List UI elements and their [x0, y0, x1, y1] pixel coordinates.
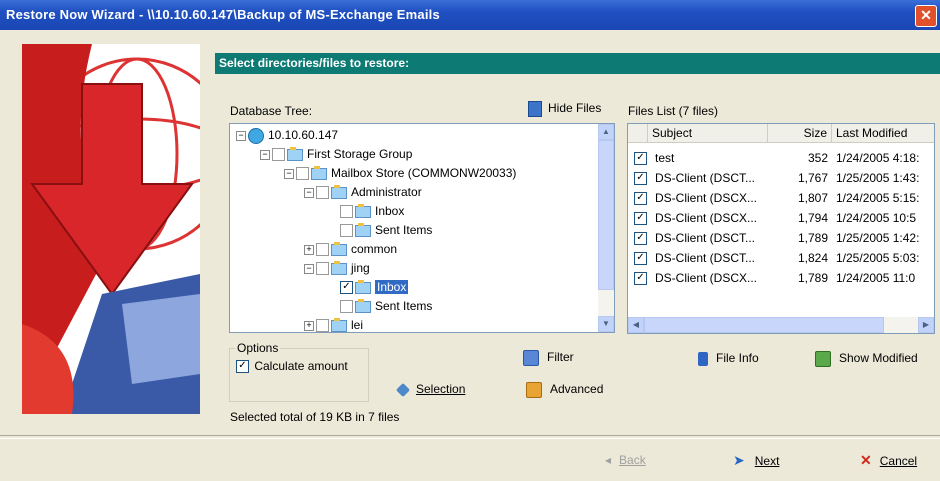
scroll-left-icon[interactable]: ◀ [628, 317, 644, 333]
folder-icon [311, 165, 327, 180]
expand-toggle-icon[interactable]: + [304, 244, 314, 255]
advanced-icon [526, 381, 542, 398]
selection-status: Selected total of 19 KB in 7 files [230, 410, 400, 424]
collapse-toggle-icon[interactable]: − [236, 130, 246, 141]
tree-node-jing-sent-items[interactable]: Sent Items [340, 297, 432, 315]
files-list[interactable]: Subject Size Last Modified ✓ test 352 1/… [627, 123, 935, 334]
options-legend: Options [235, 341, 281, 355]
expand-toggle-icon[interactable]: + [304, 320, 314, 331]
checkbox[interactable] [340, 205, 353, 219]
column-header-check[interactable] [628, 124, 648, 143]
hide-files-button[interactable]: Hide Files [528, 101, 601, 117]
file-row[interactable]: ✓ DS-Client (DSCX... 1,789 1/24/2005 11:… [628, 268, 934, 288]
checkbox[interactable] [316, 262, 329, 276]
footer-divider [0, 435, 940, 439]
server-globe-icon [248, 127, 264, 144]
hide-files-icon [528, 101, 542, 117]
scroll-thumb[interactable] [644, 317, 884, 333]
next-arrow-icon: ➤ [733, 452, 745, 468]
checkbox[interactable] [340, 224, 353, 238]
folder-icon [331, 317, 347, 332]
checkbox-checked[interactable]: ✓ [634, 152, 647, 165]
tree-vertical-scrollbar[interactable]: ▲ ▼ [598, 124, 614, 332]
tree-node-lei[interactable]: + lei [304, 316, 363, 332]
scroll-right-icon[interactable]: ▶ [918, 317, 934, 333]
file-info-button[interactable]: File Info [698, 348, 759, 368]
folder-icon [331, 241, 347, 256]
column-header-last-modified[interactable]: Last Modified [832, 124, 934, 143]
checkbox-checked[interactable]: ✓ [634, 212, 647, 225]
collapse-toggle-icon[interactable]: − [260, 149, 270, 160]
close-button[interactable]: ✕ [915, 5, 937, 27]
back-arrow-icon: ◂ [605, 453, 612, 467]
files-horizontal-scrollbar[interactable]: ◀ ▶ [628, 317, 934, 333]
back-button[interactable]: ◂ Back [605, 450, 646, 470]
database-tree-label: Database Tree: [230, 104, 313, 118]
checkbox[interactable] [340, 300, 353, 314]
advanced-button[interactable]: Advanced [526, 379, 603, 399]
file-row[interactable]: ✓ DS-Client (DSCX... 1,807 1/24/2005 5:1… [628, 188, 934, 208]
scroll-up-icon[interactable]: ▲ [598, 124, 614, 140]
checkbox-checked[interactable]: ✓ [634, 172, 647, 185]
folder-icon [331, 184, 347, 199]
file-row[interactable]: ✓ DS-Client (DSCT... 1,824 1/25/2005 5:0… [628, 248, 934, 268]
collapse-toggle-icon[interactable]: − [304, 263, 314, 274]
file-row[interactable]: ✓ DS-Client (DSCX... 1,794 1/24/2005 10:… [628, 208, 934, 228]
collapse-toggle-icon[interactable]: − [284, 168, 294, 179]
options-group [229, 348, 369, 402]
checkbox-checked[interactable]: ✓ [634, 192, 647, 205]
calculate-amount-checkbox[interactable]: ✓ Calculate amount [236, 359, 348, 374]
collapse-toggle-icon[interactable]: − [304, 187, 314, 198]
show-modified-button[interactable]: Show Modified [815, 348, 918, 368]
checkbox-checked[interactable]: ✓ [634, 252, 647, 265]
page-header: Select directories/files to restore: [215, 53, 940, 74]
checkbox[interactable] [296, 167, 309, 181]
filter-icon [523, 349, 539, 366]
column-header-subject[interactable]: Subject [648, 124, 768, 143]
tree-node-storage-group[interactable]: − First Storage Group [260, 145, 412, 163]
folder-icon [331, 260, 347, 275]
checkbox[interactable] [316, 186, 329, 200]
filter-button[interactable]: Filter [523, 347, 574, 367]
mail-folder-icon [355, 298, 371, 313]
checkmark-icon [395, 382, 411, 397]
wizard-artwork [22, 44, 200, 414]
cancel-x-icon: ✕ [860, 452, 872, 468]
mail-folder-icon [355, 222, 371, 237]
tree-node-admin-sent-items[interactable]: Sent Items [340, 221, 432, 239]
info-icon [698, 351, 708, 366]
refresh-icon [815, 350, 831, 367]
tree-node-administrator[interactable]: − Administrator [304, 183, 422, 201]
window-title: Restore Now Wizard - \\10.10.60.147\Back… [6, 7, 440, 22]
checkbox[interactable] [316, 243, 329, 257]
tree-node-jing[interactable]: − jing [304, 259, 370, 277]
folder-icon [287, 146, 303, 161]
checkbox-checked[interactable]: ✓ [236, 360, 249, 374]
checkbox-checked[interactable]: ✓ [634, 232, 647, 245]
tree-node-common[interactable]: + common [304, 240, 397, 258]
checkbox-checked[interactable]: ✓ [634, 272, 647, 285]
tree-node-mailbox-store[interactable]: − Mailbox Store (COMMONW20033) [284, 164, 516, 182]
column-header-size[interactable]: Size [768, 124, 832, 143]
files-list-label: Files List (7 files) [628, 104, 719, 118]
selection-button[interactable]: Selection [395, 379, 465, 399]
mail-folder-icon [355, 203, 371, 218]
checkbox[interactable] [272, 148, 285, 162]
file-row[interactable]: ✓ DS-Client (DSCT... 1,789 1/25/2005 1:4… [628, 228, 934, 248]
scroll-thumb[interactable] [598, 140, 614, 290]
tree-node-server[interactable]: −10.10.60.147 [236, 126, 338, 144]
checkbox-checked[interactable]: ✓ [340, 281, 353, 295]
scroll-down-icon[interactable]: ▼ [598, 316, 614, 332]
mail-folder-icon [355, 279, 371, 294]
tree-node-admin-inbox[interactable]: Inbox [340, 202, 404, 220]
database-tree[interactable]: −10.10.60.147 − First Storage Group − Mail… [229, 123, 615, 333]
next-button[interactable]: ➤ Next [733, 450, 779, 470]
checkbox[interactable] [316, 319, 329, 332]
cancel-button[interactable]: ✕ Cancel [860, 450, 917, 470]
title-bar: Restore Now Wizard - \\10.10.60.147\Back… [0, 0, 940, 30]
tree-node-jing-inbox[interactable]: ✓ Inbox [340, 278, 409, 296]
file-row[interactable]: ✓ DS-Client (DSCT... 1,767 1/25/2005 1:4… [628, 168, 934, 188]
file-row[interactable]: ✓ test 352 1/24/2005 4:18: [628, 148, 934, 168]
